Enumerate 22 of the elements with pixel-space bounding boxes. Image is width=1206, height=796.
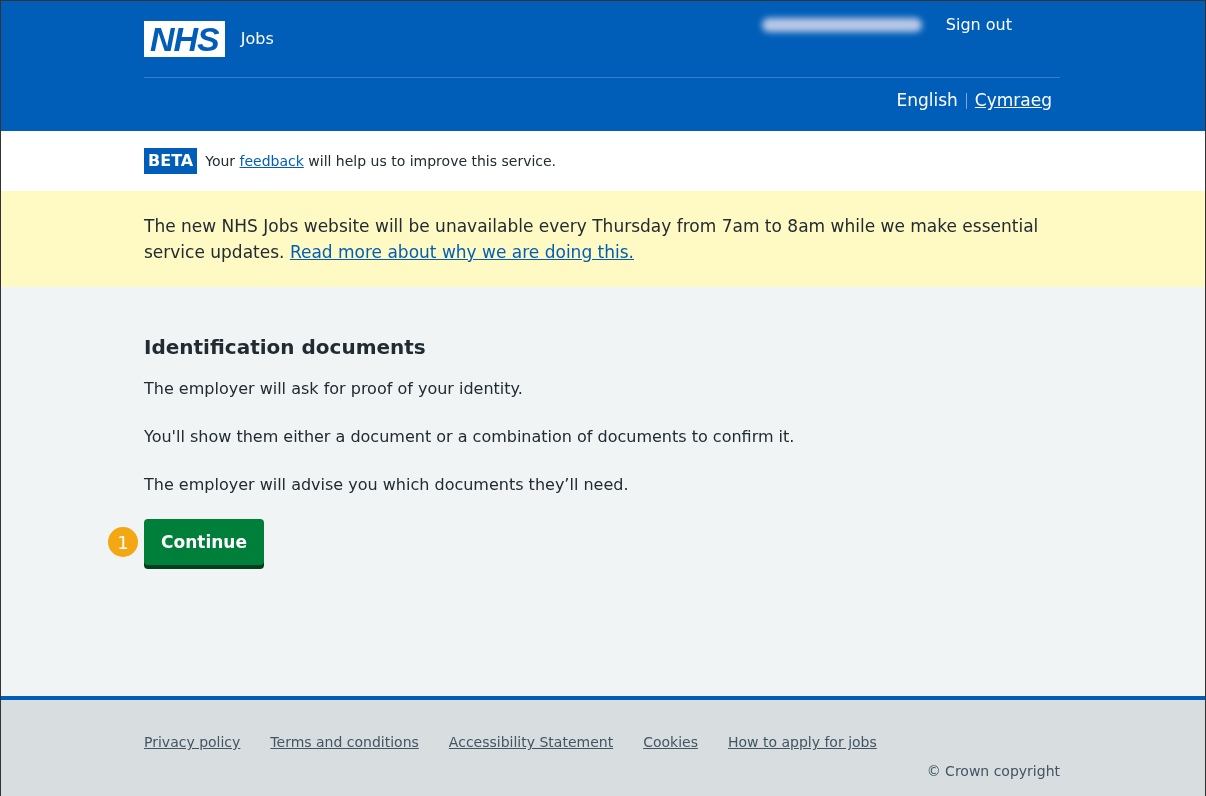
feedback-link[interactable]: feedback bbox=[239, 152, 304, 169]
body-text: You'll show them either a document or a combination of documents to confirm it. bbox=[144, 426, 796, 448]
body-text: The employer will ask for proof of your identity. bbox=[144, 378, 524, 400]
continue-button[interactable]: Continue bbox=[144, 519, 264, 566]
footer-link[interactable]: Accessibility Statement bbox=[448, 732, 614, 753]
footer-link[interactable]: How to apply for jobs bbox=[727, 732, 877, 753]
step-marker: 1 bbox=[108, 527, 138, 558]
sign-out-link[interactable]: Sign out bbox=[945, 13, 1012, 37]
read-more-link[interactable]: Read more about why we are doing this. bbox=[289, 242, 634, 262]
beta-tag: BETA bbox=[144, 148, 198, 174]
page-heading: Identification documents bbox=[144, 335, 427, 359]
footer-link[interactable]: Privacy policy bbox=[144, 732, 241, 753]
footer-link[interactable]: Cookies bbox=[643, 732, 698, 753]
footer-link[interactable]: Terms and conditions bbox=[270, 732, 419, 753]
feedback-message: Your feedback will help us to improve this service. bbox=[205, 151, 557, 171]
body-text: The employer will advise you which documents they’ll need. bbox=[144, 474, 630, 496]
language-link[interactable]: English bbox=[896, 88, 958, 114]
service-name: Jobs bbox=[240, 28, 274, 50]
language-link[interactable]: Cymraeg bbox=[974, 88, 1052, 114]
nhs-logo[interactable]: NHS bbox=[144, 21, 225, 57]
maintenance-notice: The new NHS Jobs website will be unavailable every Thursday from 7am to 8am while we make essential service updates. Read more about why we are doing this. bbox=[144, 216, 1039, 262]
copyright-text: © Crown copyright bbox=[925, 762, 1060, 781]
